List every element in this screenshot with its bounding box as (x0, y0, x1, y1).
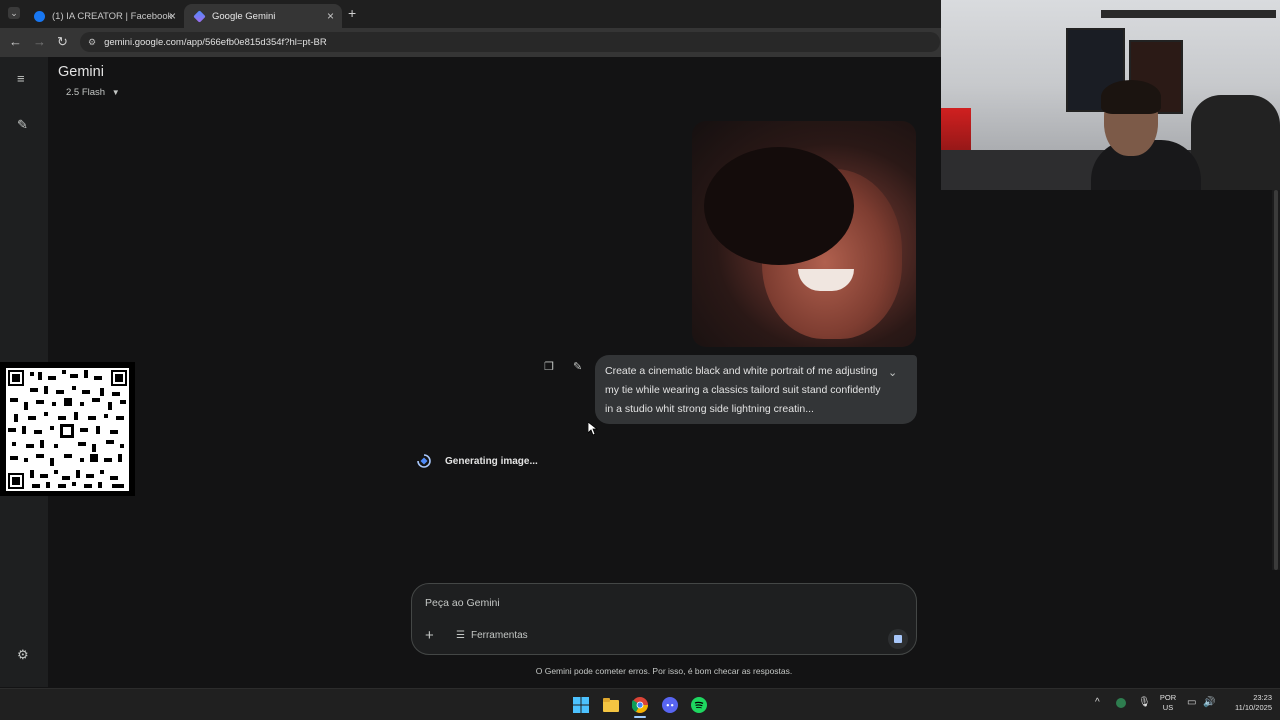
prompt-input[interactable]: Peça ao Gemini + ☰ Ferramentas (411, 583, 917, 655)
input-language-bottom: US (1162, 703, 1174, 712)
address-url: gemini.google.com/app/566efb0e815d354f?h… (104, 36, 327, 48)
copy-icon[interactable]: ❐ (544, 360, 554, 373)
dropdown-arrow-icon: ▼ (111, 88, 120, 97)
stop-icon (894, 635, 902, 643)
tab-search-chevron-icon[interactable]: ⌄ (8, 7, 20, 19)
spotify-icon[interactable] (690, 696, 708, 714)
qr-code-image (6, 368, 129, 491)
edit-icon[interactable]: ✎ (573, 360, 582, 373)
tab-gemini[interactable]: Google Gemini × (184, 4, 342, 28)
windows-start-icon[interactable] (572, 696, 590, 714)
network-icon[interactable]: ▭ (1187, 697, 1196, 708)
user-message: Create a cinematic black and white portr… (595, 355, 917, 424)
new-chat-icon[interactable]: ✎ (17, 117, 28, 133)
input-language-top: POR (1159, 693, 1177, 702)
tools-button[interactable]: ☰ Ferramentas (456, 630, 528, 641)
reload-icon[interactable]: ↻ (57, 34, 68, 50)
clock-time: 23:23 (1253, 693, 1272, 702)
app-title: Gemini (58, 64, 104, 80)
qr-code (0, 362, 135, 496)
tab-facebook-label: (1) IA CREATOR | Facebook (52, 10, 173, 22)
disclaimer: O Gemini pode cometer erros. Por isso, é… (535, 666, 793, 676)
site-info-icon[interactable]: ⚙ (88, 37, 96, 48)
chrome-active-indicator (634, 716, 646, 718)
clock-date: 11/10/2025 (1235, 703, 1272, 712)
microphone-icon[interactable]: 🎙 (1138, 697, 1151, 708)
prompt-placeholder: Peça ao Gemini (425, 597, 500, 609)
new-tab-icon[interactable]: + (348, 5, 356, 21)
facebook-icon (34, 10, 45, 22)
tray-overflow-chevron-icon[interactable]: ^ (1095, 697, 1100, 708)
model-selector[interactable]: 2.5 Flash ▼ (66, 87, 120, 98)
uploaded-photo[interactable] (692, 121, 916, 347)
spinner-icon (417, 454, 431, 468)
input-language[interactable]: POR US (1158, 693, 1178, 713)
close-tab-icon[interactable]: × (327, 9, 334, 23)
tools-label: Ferramentas (470, 630, 528, 641)
tab-gemini-label: Google Gemini (212, 10, 276, 22)
address-bar[interactable]: ⚙ gemini.google.com/app/566efb0e815d354f… (80, 32, 940, 52)
tab-facebook[interactable]: (1) IA CREATOR | Facebook × (24, 4, 184, 28)
volume-icon[interactable]: 🔊 (1203, 697, 1215, 708)
close-tab-icon[interactable]: × (169, 9, 176, 23)
generating-status: Generating image... (445, 456, 538, 467)
forward-icon[interactable]: → (33, 34, 46, 49)
webcam-overlay (941, 0, 1280, 190)
add-attachment-icon[interactable]: + (425, 627, 434, 644)
mouse-cursor-icon (588, 422, 598, 436)
expand-chevron-icon[interactable]: ⌄ (888, 366, 897, 379)
page-scrollbar[interactable] (1272, 190, 1280, 570)
model-label: 2.5 Flash (66, 87, 106, 98)
webcam-chair (1191, 95, 1280, 190)
tray-app-icon[interactable] (1116, 698, 1126, 708)
tools-icon: ☰ (456, 630, 465, 641)
stop-generation-button[interactable] (888, 629, 908, 649)
photo-hair (704, 147, 854, 265)
gemini-icon (193, 9, 206, 23)
webcam-shelf (1101, 10, 1276, 18)
chrome-icon[interactable] (631, 696, 649, 714)
discord-icon[interactable] (661, 696, 679, 714)
webcam-person-hair (1101, 80, 1161, 114)
clock[interactable]: 23:23 11/10/2025 (1222, 693, 1272, 713)
back-icon[interactable]: ← (9, 34, 22, 49)
menu-icon[interactable]: ≡ (17, 71, 25, 86)
file-explorer-icon[interactable] (602, 696, 620, 714)
scrollbar-thumb[interactable] (1274, 190, 1278, 570)
settings-icon[interactable]: ⚙ (17, 647, 29, 663)
